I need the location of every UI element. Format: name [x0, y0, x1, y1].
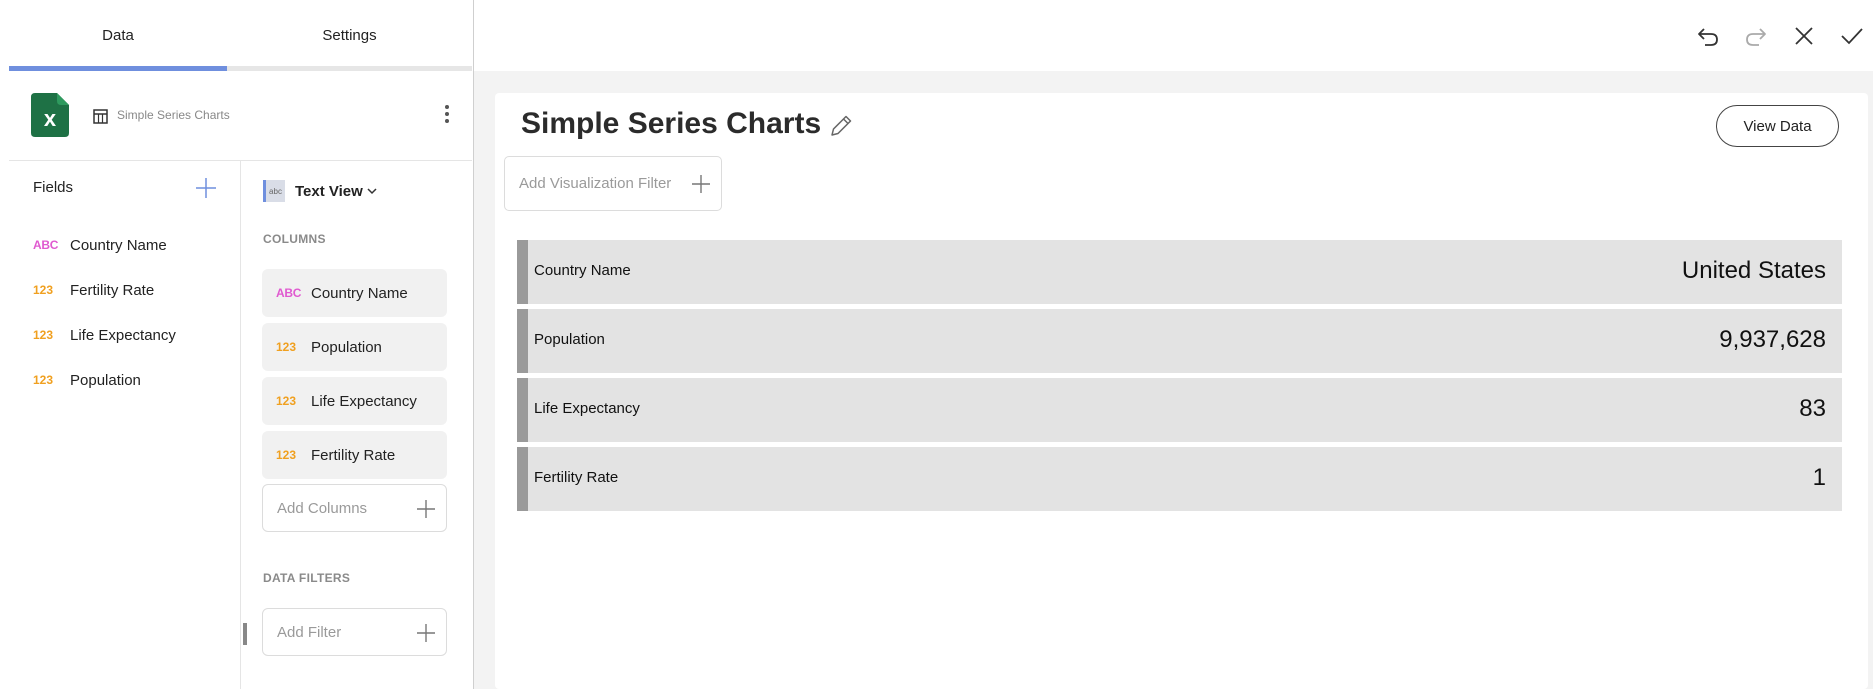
- view-data-label: View Data: [1743, 117, 1812, 135]
- text-view-label: Fertility Rate: [534, 469, 619, 486]
- visualization-card: Simple Series Charts View Data Add Visua…: [495, 93, 1868, 689]
- excel-icon: x: [31, 93, 69, 137]
- add-visualization-filter-placeholder: Add Visualization Filter: [519, 175, 672, 192]
- field-item-population[interactable]: 123 Population: [33, 365, 233, 395]
- visualization-type-label: Text View: [295, 182, 363, 200]
- visualization-type-selector[interactable]: abc Text View: [263, 179, 377, 203]
- panel-resize-handle[interactable]: [243, 623, 247, 645]
- numeric-type-icon: 123: [276, 340, 297, 354]
- view-data-button[interactable]: View Data: [1716, 105, 1839, 147]
- check-icon[interactable]: [1840, 24, 1864, 48]
- data-source-name: Simple Series Charts: [117, 108, 230, 122]
- numeric-type-icon: 123: [33, 328, 54, 342]
- plus-icon: [417, 624, 435, 642]
- field-label: Population: [70, 371, 141, 389]
- chevron-down-icon: [367, 188, 377, 195]
- text-view-row: Country Name United States: [517, 240, 1842, 304]
- field-label: Life Expectancy: [70, 326, 176, 344]
- tab-data[interactable]: Data: [9, 0, 227, 71]
- undo-icon[interactable]: [1696, 24, 1720, 48]
- data-filters-section-title: DATA FILTERS: [263, 571, 351, 585]
- column-chip-fertility-rate[interactable]: 123 Fertility Rate: [262, 431, 447, 479]
- text-view-value: 9,937,628: [1719, 326, 1826, 353]
- visualization-title: Simple Series Charts: [521, 107, 822, 140]
- close-icon[interactable]: [1792, 24, 1816, 48]
- column-label: Population: [311, 338, 382, 356]
- text-view-value: 1: [1812, 464, 1826, 491]
- text-view-row: Fertility Rate 1: [517, 447, 1842, 511]
- text-view-row: Life Expectancy 83: [517, 378, 1842, 442]
- add-field-icon[interactable]: [195, 177, 217, 199]
- numeric-type-icon: 123: [33, 373, 54, 387]
- text-view-label: Country Name: [534, 262, 631, 279]
- field-label: Country Name: [70, 236, 167, 254]
- visualization-config: abc Text View COLUMNS ABC Country Name 1…: [241, 161, 472, 689]
- fields-title: Fields: [33, 179, 74, 196]
- plus-icon: [417, 500, 435, 518]
- column-label: Country Name: [311, 284, 408, 302]
- field-item-fertility-rate[interactable]: 123 Fertility Rate: [33, 275, 233, 305]
- tab-settings-label: Settings: [322, 27, 377, 44]
- column-chip-population[interactable]: 123 Population: [262, 323, 447, 371]
- redo-icon[interactable]: [1744, 24, 1768, 48]
- panel-tabs: Data Settings: [9, 0, 472, 71]
- text-view-thumbnail-icon: abc: [263, 180, 285, 202]
- numeric-type-icon: 123: [276, 394, 297, 408]
- add-columns-button[interactable]: Add Columns: [262, 484, 447, 532]
- data-source-row: x Simple Series Charts: [9, 71, 472, 161]
- svg-text:x: x: [44, 106, 57, 131]
- pencil-icon[interactable]: [828, 113, 854, 139]
- columns-section-title: COLUMNS: [263, 232, 326, 246]
- text-view-label: Population: [534, 331, 605, 348]
- numeric-type-icon: 123: [33, 283, 54, 297]
- add-visualization-filter-button[interactable]: Add Visualization Filter: [504, 156, 722, 211]
- numeric-type-icon: 123: [276, 448, 297, 462]
- text-view-value: 83: [1799, 395, 1826, 422]
- abc-type-icon: ABC: [276, 286, 302, 300]
- add-columns-placeholder: Add Columns: [277, 499, 368, 517]
- abc-type-icon: ABC: [33, 238, 59, 252]
- column-label: Fertility Rate: [311, 446, 396, 464]
- fields-list: Fields ABC Country Name 123 Fertility Ra…: [9, 161, 241, 689]
- field-label: Fertility Rate: [70, 281, 155, 299]
- add-filter-button[interactable]: Add Filter: [262, 608, 447, 656]
- column-label: Life Expectancy: [311, 392, 417, 410]
- column-chip-country-name[interactable]: ABC Country Name: [262, 269, 447, 317]
- tab-settings[interactable]: Settings: [227, 0, 472, 71]
- field-item-life-expectancy[interactable]: 123 Life Expectancy: [33, 320, 233, 350]
- more-options-icon[interactable]: [441, 103, 453, 127]
- field-item-country-name[interactable]: ABC Country Name: [33, 230, 233, 260]
- editor-toolbar: [474, 0, 1873, 71]
- tab-data-label: Data: [102, 27, 134, 44]
- table-icon: [93, 109, 108, 124]
- text-view-label: Life Expectancy: [534, 400, 640, 417]
- column-chip-life-expectancy[interactable]: 123 Life Expectancy: [262, 377, 447, 425]
- text-view-row: Population 9,937,628: [517, 309, 1842, 373]
- add-filter-placeholder: Add Filter: [277, 623, 342, 641]
- plus-icon: [692, 175, 710, 193]
- editor-left-panel: Data Settings x Simple Series Charts Fie…: [0, 0, 474, 689]
- text-view-value: United States: [1681, 257, 1826, 284]
